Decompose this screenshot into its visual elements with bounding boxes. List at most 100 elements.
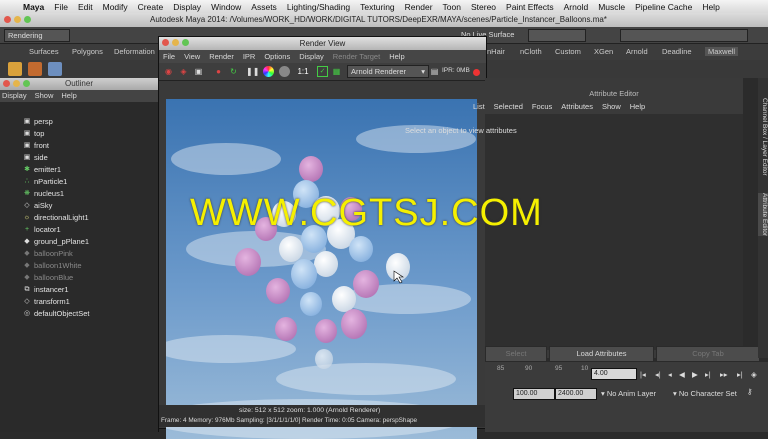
ratio-label[interactable]: 1:1 [295, 66, 311, 77]
rv-menu-display[interactable]: Display [299, 50, 324, 63]
mac-menu-stereo[interactable]: Stereo [466, 2, 501, 12]
outliner-item[interactable]: ▣ front [0, 140, 158, 152]
ae-load-attributes-button[interactable]: Load Attributes [549, 346, 654, 362]
render-frame-icon[interactable]: ◉ [163, 66, 174, 77]
ae-menu-focus[interactable]: Focus [532, 100, 552, 114]
shelf-tab-deadline[interactable]: Deadline [662, 47, 692, 56]
renderer-dropdown[interactable]: Arnold Renderer ▾ [347, 65, 429, 78]
render-image[interactable] [166, 99, 477, 439]
key-icon[interactable]: ⚷ [747, 387, 753, 396]
shelf-tool-icon[interactable] [48, 62, 62, 76]
mac-menu-muscle[interactable]: Muscle [593, 2, 630, 12]
shelf-tab-arnold[interactable]: Arnold [626, 47, 648, 56]
outliner-item[interactable]: ∴ nParticle1 [0, 176, 158, 188]
go-to-start-icon[interactable]: |◂ [640, 370, 646, 379]
mac-menu-maya[interactable]: Maya [18, 2, 49, 12]
ae-copy-tab-button[interactable]: Copy Tab [656, 346, 760, 362]
outliner-item[interactable]: ▣ side [0, 152, 158, 164]
outliner-item[interactable]: ◆ balloonPink [0, 248, 158, 260]
playback-options-icon[interactable]: ◈ [751, 370, 757, 379]
channel-box-tab[interactable]: Channel Box / Layer Editor [758, 98, 768, 176]
shelf-tab-maxwell[interactable]: Maxwell [705, 47, 739, 56]
alpha-channel-icon[interactable] [279, 66, 290, 77]
mac-menu-create[interactable]: Create [133, 2, 169, 12]
close-icon[interactable] [162, 39, 169, 46]
ae-menu-list[interactable]: List [473, 100, 485, 114]
outliner-item[interactable]: ◆ balloonBlue [0, 272, 158, 284]
outliner-item[interactable]: ❋ nucleus1 [0, 188, 158, 200]
outliner-item[interactable]: ◆ balloon1White [0, 260, 158, 272]
anim-layer-dropdown[interactable]: ▾ No Anim Layer [601, 389, 656, 398]
mac-menu-texturing[interactable]: Texturing [355, 2, 400, 12]
shelf-tab-xgen[interactable]: XGen [594, 47, 613, 56]
mac-menu-lighting-shading[interactable]: Lighting/Shading [282, 2, 355, 12]
shelf-tab-polygons[interactable]: Polygons [72, 47, 103, 56]
mac-menu-display[interactable]: Display [168, 2, 206, 12]
rv-menu-render[interactable]: Render [209, 50, 234, 63]
shelf-tab-deformation[interactable]: Deformation [114, 47, 155, 56]
color-channels-icon[interactable] [263, 66, 274, 77]
range-end-field[interactable]: 100.00 [513, 388, 555, 400]
ae-menu-attributes[interactable]: Attributes [561, 100, 593, 114]
minimize-icon[interactable] [172, 39, 179, 46]
shelf-tab-custom[interactable]: Custom [555, 47, 581, 56]
rv-menu-options[interactable]: Options [264, 50, 290, 63]
mac-menu-assets[interactable]: Assets [246, 2, 282, 12]
stop-render-icon[interactable] [473, 69, 480, 76]
outliner-item[interactable]: ◎ defaultObjectSet [0, 308, 158, 320]
rv-menu-ipr[interactable]: IPR [243, 50, 256, 63]
attribute-editor-tab[interactable]: Attribute Editor [758, 193, 768, 236]
outliner-menu-help[interactable]: Help [61, 90, 76, 102]
ae-menu-show[interactable]: Show [602, 100, 621, 114]
close-icon[interactable] [4, 16, 11, 23]
keep-image-icon[interactable]: ✓ [317, 66, 328, 77]
ipr-render-icon[interactable]: ● [213, 66, 224, 77]
outliner-item[interactable]: + locator1 [0, 224, 158, 236]
outliner-menu-display[interactable]: Display [2, 90, 27, 102]
outliner-item[interactable]: ◇ aiSky [0, 200, 158, 212]
play-back-icon[interactable]: ◀ [679, 370, 685, 379]
rv-menu-file[interactable]: File [163, 50, 175, 63]
menuset-dropdown[interactable]: Rendering [4, 29, 70, 42]
mac-menu-window[interactable]: Window [206, 2, 246, 12]
mac-menu-toon[interactable]: Toon [438, 2, 466, 12]
outliner-item[interactable]: ◆ ground_pPlane1 [0, 236, 158, 248]
pause-icon[interactable]: ❚❚ [246, 66, 259, 77]
current-frame-field[interactable]: 4.00 [591, 368, 637, 380]
mac-menu-help[interactable]: Help [697, 2, 724, 12]
maximize-icon[interactable] [24, 16, 31, 23]
options-icon[interactable]: ▤ [429, 66, 440, 77]
play-forward-icon[interactable]: ▶ [692, 370, 698, 379]
ae-menu-help[interactable]: Help [630, 100, 645, 114]
snapshot-icon[interactable]: ▣ [193, 66, 204, 77]
mac-menu-pipeline-cache[interactable]: Pipeline Cache [630, 2, 697, 12]
step-back-icon[interactable]: ◂ [668, 370, 672, 379]
step-forward-icon[interactable]: ▸| [705, 370, 711, 379]
rv-menu-view[interactable]: View [184, 50, 200, 63]
remove-image-icon[interactable]: ▦ [331, 66, 342, 77]
maximize-icon[interactable] [23, 80, 30, 87]
step-forward-key-icon[interactable]: ▸▸ [720, 370, 728, 379]
anim-end-field[interactable]: 2400.00 [555, 388, 597, 400]
close-icon[interactable] [3, 80, 10, 87]
outliner-item[interactable]: ☼ directionalLight1 [0, 212, 158, 224]
mac-menu-paint-effects[interactable]: Paint Effects [501, 2, 559, 12]
input-field[interactable] [528, 29, 586, 42]
command-field[interactable] [620, 29, 748, 42]
mac-menu-modify[interactable]: Modify [98, 2, 133, 12]
outliner-menu-show[interactable]: Show [35, 90, 54, 102]
outliner-item[interactable]: ✱ emitter1 [0, 164, 158, 176]
ae-select-button[interactable]: Select [485, 346, 547, 362]
outliner-item[interactable]: ◇ transform1 [0, 296, 158, 308]
outliner-item[interactable]: ▣ top [0, 128, 158, 140]
minimize-icon[interactable] [14, 16, 21, 23]
outliner-item[interactable]: ▣ persp [0, 116, 158, 128]
refresh-ipr-icon[interactable]: ↻ [228, 66, 239, 77]
shelf-tool-icon[interactable] [8, 62, 22, 76]
mac-menu-render[interactable]: Render [400, 2, 438, 12]
minimize-icon[interactable] [13, 80, 20, 87]
ae-menu-selected[interactable]: Selected [494, 100, 523, 114]
shelf-tab-nhair[interactable]: nHair [487, 47, 505, 56]
character-set-dropdown[interactable]: ▾ No Character Set [673, 389, 737, 398]
outliner-item[interactable]: ⧉ instancer1 [0, 284, 158, 296]
